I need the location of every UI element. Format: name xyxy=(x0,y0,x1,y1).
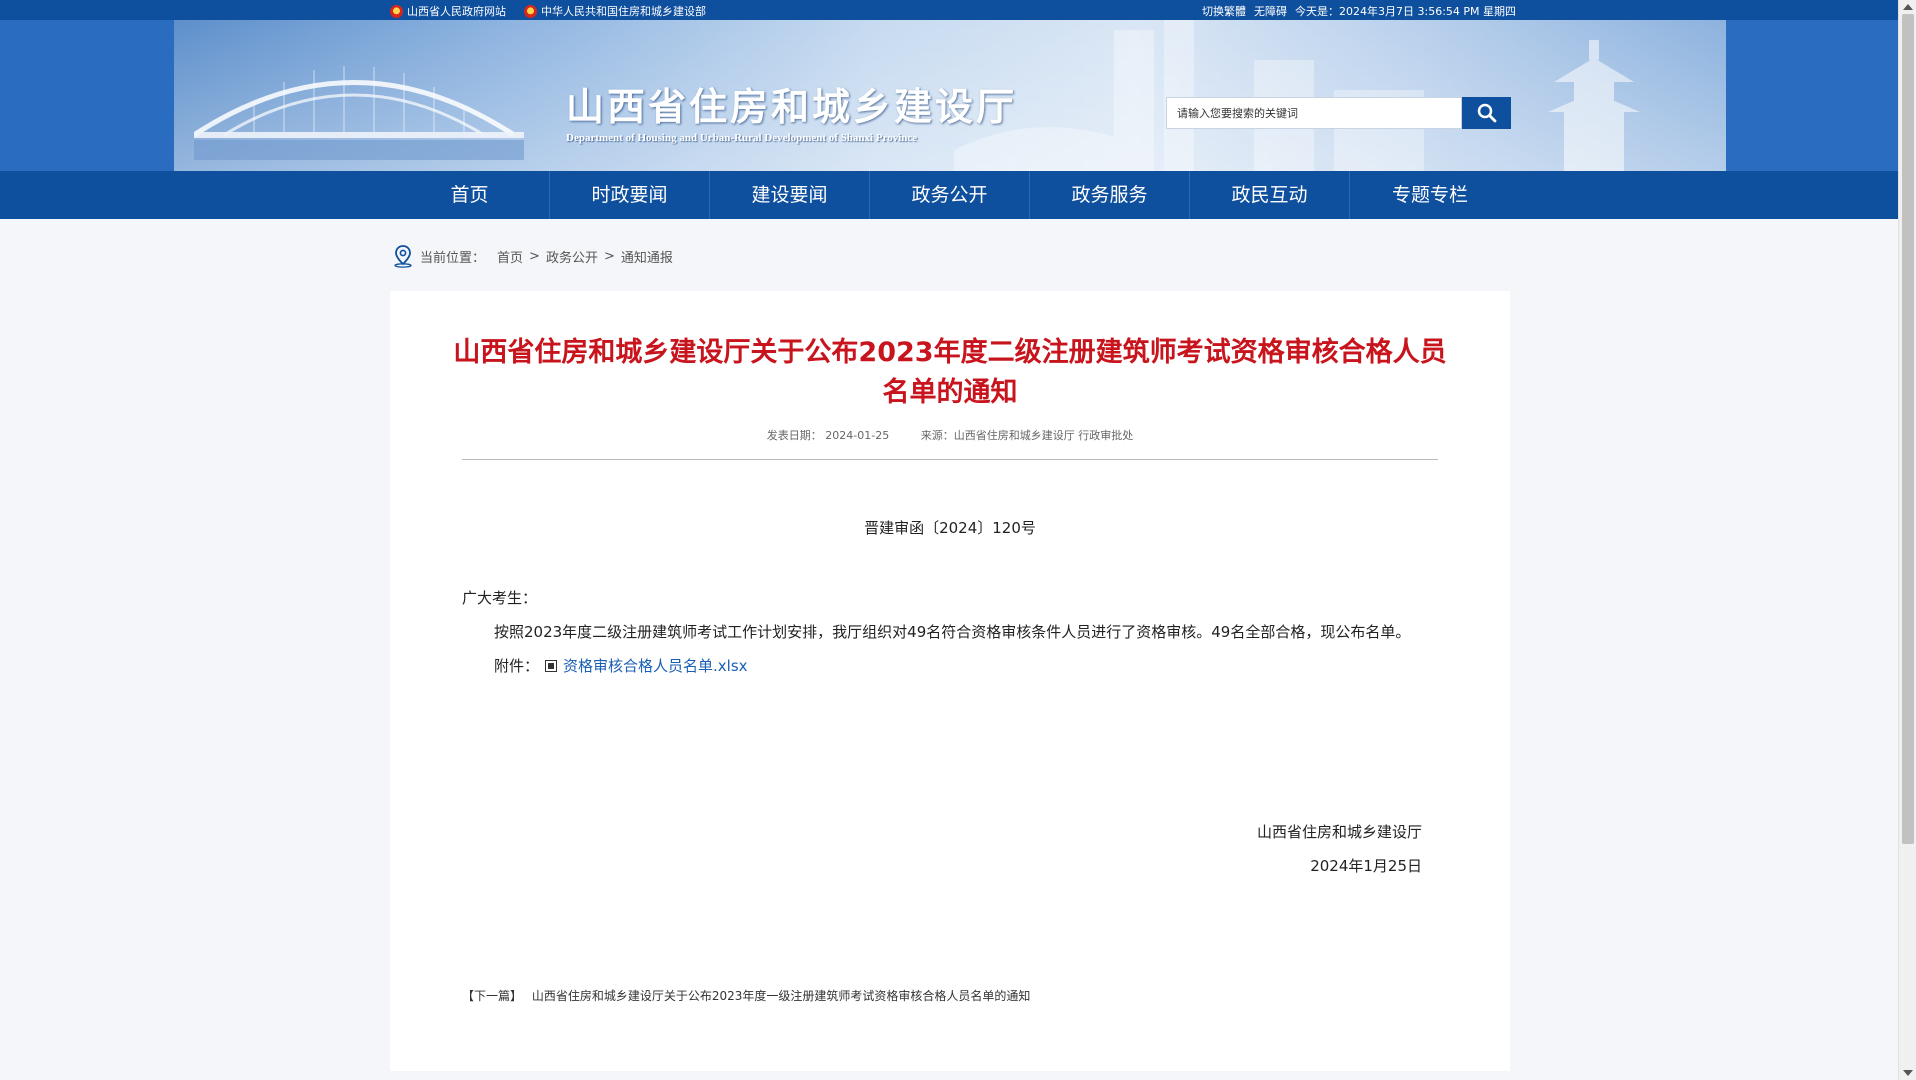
breadcrumb-separator: > xyxy=(603,248,615,264)
signature-organization: 山西省住房和城乡建设厅 xyxy=(1256,823,1422,841)
nav-item-special-topics[interactable]: 专题专栏 xyxy=(1350,171,1510,219)
shanxi-gov-link-label: 山西省人民政府网站 xyxy=(407,5,506,18)
signature-date: 2024年1月25日 xyxy=(1310,857,1422,875)
search-button[interactable] xyxy=(1462,97,1511,129)
switch-traditional-link[interactable]: 切换繁體 xyxy=(1202,3,1246,19)
national-emblem-icon xyxy=(390,4,403,18)
site-title: 山西省住房和城乡建设厅 xyxy=(566,84,1018,129)
scrollbar-thumb[interactable] xyxy=(1902,14,1914,844)
article-source: 来源：山西省住房和城乡建设厅 行政审批处 xyxy=(920,429,1134,442)
greeting: 广大考生： xyxy=(462,589,538,607)
nav-item-construction-news[interactable]: 建设要闻 xyxy=(710,171,870,219)
nav-item-public-interaction[interactable]: 政民互动 xyxy=(1190,171,1350,219)
search-icon xyxy=(1477,103,1496,123)
signature-block: 山西省住房和城乡建设厅 2024年1月25日 xyxy=(1257,815,1422,883)
accessibility-link[interactable]: 无障碍 xyxy=(1254,3,1287,19)
nav-item-government-affairs[interactable]: 政务公开 xyxy=(870,171,1030,219)
search-input[interactable] xyxy=(1166,97,1462,129)
current-datetime: 今天是：2024年3月7日 3:56:54 PM 星期四 xyxy=(1295,5,1517,18)
attachment-link[interactable]: 资格审核合格人员名单.xlsx xyxy=(563,649,748,683)
attachment-label: 附件： xyxy=(494,657,540,675)
next-article: 【下一篇】 山西省住房和城乡建设厅关于公布2023年度一级注册建筑师考试资格审核… xyxy=(462,987,1030,1004)
article-card: 山西省住房和城乡建设厅关于公布2023年度二级注册建筑师考试资格审核合格人员名单… xyxy=(390,291,1510,1071)
location-pin-icon xyxy=(394,245,412,268)
breadcrumb-label: 当前位置： xyxy=(420,250,486,266)
nav-item-government-services[interactable]: 政务服务 xyxy=(1030,171,1190,219)
page-scrollbar[interactable] xyxy=(1898,0,1916,1080)
next-article-link[interactable]: 山西省住房和城乡建设厅关于公布2023年度一级注册建筑师考试资格审核合格人员名单… xyxy=(532,989,1031,1003)
breadcrumb-government-affairs[interactable]: 政务公开 xyxy=(546,247,598,266)
file-icon xyxy=(545,660,558,672)
article-body: 广大考生： 按照2023年度二级注册建筑师考试工作计划安排，我厅组织对49名符合… xyxy=(462,581,1430,683)
article-title: 山西省住房和城乡建设厅关于公布2023年度二级注册建筑师考试资格审核合格人员名单… xyxy=(453,337,1447,408)
attachment-row: 附件： 资格审核合格人员名单.xlsx xyxy=(462,649,1430,683)
scroll-up-arrow-icon[interactable] xyxy=(1903,4,1913,10)
top-tools: 切换繁體 无障碍 今天是：2024年3月7日 3:56:54 PM 星期四 xyxy=(1202,3,1516,19)
next-article-label: 【下一篇】 xyxy=(462,989,523,1003)
breadcrumb-separator: > xyxy=(529,248,540,264)
main-navigation: 首页 时政要闻 建设要闻 政务公开 政务服务 政民互动 专题专栏 xyxy=(0,171,1898,219)
banner-image: 山西省住房和城乡建设厅 Department of Housing and Ur… xyxy=(174,20,1726,171)
mohurd-link-label: 中华人民共和国住房和城乡建设部 xyxy=(541,5,706,18)
site-subtitle: Department of Housing and Urban-Rural De… xyxy=(566,132,918,144)
body-paragraph: 按照2023年度二级注册建筑师考试工作计划安排，我厅组织对49名符合资格审核条件… xyxy=(494,623,1411,641)
article-meta: 发表日期： 2024-01-25 来源：山西省住房和城乡建设厅 行政审批处 xyxy=(390,427,1510,443)
publish-date: 发表日期： 2024-01-25 xyxy=(766,429,890,442)
title-divider xyxy=(462,459,1438,460)
top-links: 山西省人民政府网站 中华人民共和国住房和城乡建设部 xyxy=(390,3,706,19)
city-skyline-illustration xyxy=(954,20,1640,171)
header-banner: 山西省住房和城乡建设厅 Department of Housing and Ur… xyxy=(0,20,1898,171)
national-emblem-icon xyxy=(524,4,537,18)
search-bar xyxy=(1166,97,1511,129)
breadcrumb-home[interactable]: 首页 xyxy=(497,247,523,266)
nav-item-current-affairs[interactable]: 时政要闻 xyxy=(550,171,710,219)
breadcrumb: 当前位置： 首页 > 政务公开 > 通知通报 xyxy=(392,244,673,268)
scroll-down-arrow-icon[interactable] xyxy=(1903,1070,1913,1076)
breadcrumb-notices[interactable]: 通知通报 xyxy=(621,247,673,266)
shanxi-gov-link[interactable]: 山西省人民政府网站 xyxy=(390,3,506,19)
top-utility-bar: 山西省人民政府网站 中华人民共和国住房和城乡建设部 切换繁體 无障碍 今天是：2… xyxy=(0,0,1898,20)
nav-item-home[interactable]: 首页 xyxy=(390,171,550,219)
bridge-illustration xyxy=(194,66,524,160)
document-number: 晋建审函〔2024〕120号 xyxy=(864,519,1036,537)
mohurd-link[interactable]: 中华人民共和国住房和城乡建设部 xyxy=(524,3,706,19)
